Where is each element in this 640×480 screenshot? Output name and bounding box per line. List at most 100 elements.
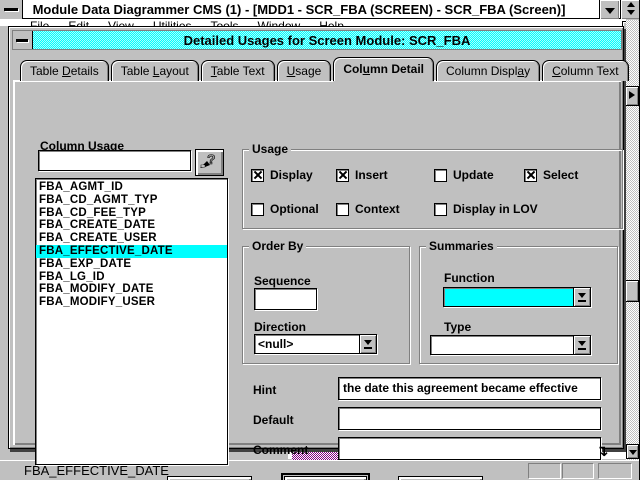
window-title: Module Data Diagrammer CMS (1) - [MDD1 -… [0, 0, 598, 19]
dialog-control-menu-button[interactable] [13, 31, 33, 49]
menu-file[interactable]: File [30, 19, 49, 26]
checkbox-box[interactable] [524, 169, 537, 182]
restore-button[interactable] [620, 0, 640, 19]
list-item[interactable]: FBA_LG_ID [36, 271, 227, 284]
dialog-title: Detailed Usages for Screen Module: SCR_F… [33, 31, 621, 49]
list-item[interactable]: FBA_CD_AGMT_TYP [36, 194, 227, 207]
list-item[interactable]: FBA_MODIFY_USER [36, 296, 227, 309]
minimize-icon [605, 8, 615, 14]
checkbox-label: Display [270, 168, 313, 182]
checkbox-box[interactable] [251, 203, 264, 216]
checkbox-label: Select [543, 168, 578, 182]
menu-help[interactable]: Help [319, 19, 344, 26]
list-item[interactable]: FBA_CREATE_USER [36, 232, 227, 245]
default-label: Default [253, 413, 294, 427]
scrollbar-down-button[interactable] [626, 444, 639, 459]
ok-button[interactable]: OK [167, 476, 252, 480]
list-item[interactable]: FBA_MODIFY_DATE [36, 283, 227, 296]
scrollbar-thumb[interactable] [625, 280, 639, 302]
order-by-group-label: Order By [249, 239, 306, 253]
column-usage-input[interactable] [38, 150, 191, 171]
lookup-button[interactable]: ? [195, 149, 224, 176]
usage-group: Usage DisplayInsertUpdateSelectOptionalC… [242, 149, 623, 229]
bent-arrow-icon: ↴ [596, 442, 609, 460]
type-combobox[interactable] [430, 335, 591, 355]
tab-column-display[interactable]: Column Display [436, 60, 540, 81]
checkbox-label: Context [355, 202, 400, 216]
tab-table-details[interactable]: Table Details [20, 60, 109, 81]
direction-combobox[interactable]: <null> [254, 334, 377, 354]
checkbox-display[interactable]: Display [251, 168, 313, 182]
status-panel-1 [528, 463, 561, 479]
hint-input[interactable]: the date this agreement became effective [338, 377, 601, 400]
checkbox-select[interactable]: Select [524, 168, 578, 182]
status-panel-2 [562, 463, 594, 479]
checkbox-label: Insert [355, 168, 388, 182]
list-item[interactable]: FBA_AGMT_ID [36, 181, 227, 194]
dropdown-arrow-bar [364, 347, 372, 349]
tab-usage[interactable]: Usage [277, 60, 332, 81]
minimize-button[interactable] [599, 0, 619, 19]
menu-window[interactable]: Window [258, 19, 301, 26]
cancel-button[interactable]: Cancel [284, 476, 367, 480]
cancel-button-ring: Cancel [281, 473, 370, 480]
menu-edit[interactable]: Edit [68, 19, 89, 26]
tab-panel: Column Usage ? FBA_AGMT_IDFBA_CD_AGMT_TY… [13, 80, 621, 445]
menu-bar: File Edit View Utilities Tools Window Help [0, 19, 626, 26]
dropdown-arrow-icon [578, 341, 586, 346]
summaries-group: Summaries Function Type [419, 246, 618, 364]
type-label: Type [444, 320, 471, 334]
direction-label: Direction [254, 320, 306, 334]
default-input[interactable] [338, 407, 601, 430]
column-usage-listbox[interactable]: FBA_AGMT_IDFBA_CD_AGMT_TYPFBA_CD_FEE_TYP… [35, 178, 228, 465]
tab-column-detail[interactable]: Column Detail [333, 57, 434, 81]
scrollbar-arrow-button[interactable] [625, 86, 639, 106]
function-label: Function [444, 271, 495, 285]
direction-dropdown-button[interactable] [359, 335, 376, 353]
checkbox-box[interactable] [434, 169, 447, 182]
menu-utilities[interactable]: Utilities [153, 19, 192, 26]
tab-column-text[interactable]: Column Text [542, 60, 628, 81]
checkbox-box[interactable] [434, 203, 447, 216]
checkbox-context[interactable]: Context [336, 202, 400, 216]
list-item[interactable]: FBA_CREATE_DATE [36, 219, 227, 232]
comment-input[interactable] [338, 437, 601, 460]
scrollbar-down-icon [629, 450, 637, 455]
direction-value: <null> [258, 335, 358, 353]
menu-view[interactable]: View [108, 19, 134, 26]
application-window: Module Data Diagrammer CMS (1) - [MDD1 -… [0, 0, 640, 480]
dropdown-arrow-bar [578, 300, 586, 302]
title-bar: Module Data Diagrammer CMS (1) - [MDD1 -… [0, 0, 640, 19]
type-dropdown-button[interactable] [573, 336, 590, 354]
usage-group-label: Usage [249, 142, 291, 156]
checkbox-box[interactable] [251, 169, 264, 182]
checkbox-insert[interactable]: Insert [336, 168, 388, 182]
checkbox-label: Optional [270, 202, 319, 216]
function-combobox[interactable] [443, 287, 591, 307]
checkbox-box[interactable] [336, 203, 349, 216]
checkbox-optional[interactable]: Optional [251, 202, 319, 216]
checkbox-update[interactable]: Update [434, 168, 494, 182]
help-button[interactable]: Help [398, 476, 483, 480]
sequence-input[interactable] [254, 288, 317, 310]
checkbox-label: Display in LOV [453, 202, 538, 216]
checkbox-display-in-lov[interactable]: Display in LOV [434, 202, 538, 216]
scrollbar-arrow-icon [629, 91, 635, 99]
checkbox-label: Update [453, 168, 494, 182]
sequence-label: Sequence [254, 274, 311, 288]
dialog-title-bar: Detailed Usages for Screen Module: SCR_F… [12, 30, 622, 50]
tab-bar: Table DetailsTable LayoutTable TextUsage… [20, 57, 629, 81]
menu-tools[interactable]: Tools [211, 19, 239, 26]
comment-label: Comment [253, 443, 308, 457]
list-item[interactable]: FBA_EXP_DATE [36, 258, 227, 271]
tab-table-text[interactable]: Table Text [201, 60, 275, 81]
menu-bar-items: File Edit View Utilities Tools Window Help [0, 19, 626, 26]
list-item[interactable]: FBA_EFFECTIVE_DATE [36, 245, 227, 258]
dropdown-arrow-icon [578, 293, 586, 298]
dropdown-arrow-bar [578, 348, 586, 350]
function-dropdown-button[interactable] [573, 288, 590, 306]
tab-table-layout[interactable]: Table Layout [111, 60, 199, 81]
checkbox-box[interactable] [336, 169, 349, 182]
list-item[interactable]: FBA_CD_FEE_TYP [36, 207, 227, 220]
status-panel-3 [598, 463, 632, 479]
